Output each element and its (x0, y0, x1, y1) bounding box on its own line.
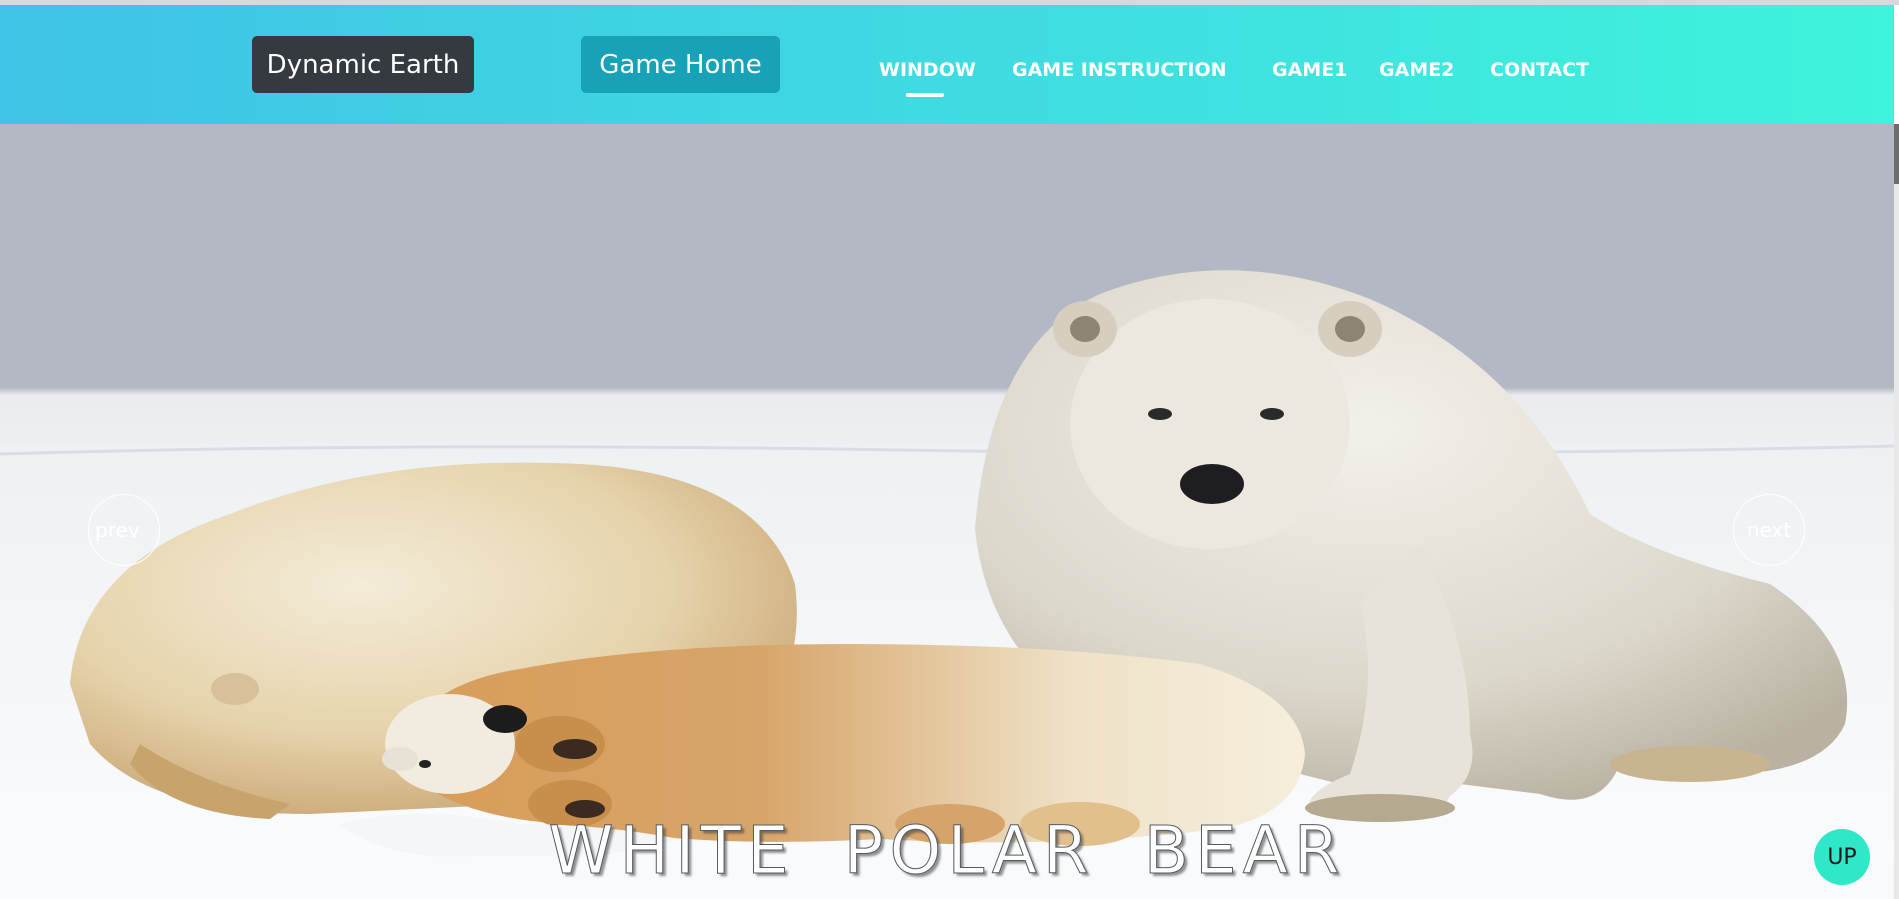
page: Dynamic Earth Game Home WINDOW GAME INST… (0, 0, 1899, 899)
page-scrollbar[interactable] (1894, 124, 1899, 899)
nav-link-window[interactable]: WINDOW (879, 55, 976, 85)
nav-link-contact[interactable]: CONTACT (1490, 55, 1589, 85)
scrollbar-thumb[interactable] (1894, 124, 1899, 184)
brand-button[interactable]: Dynamic Earth (252, 36, 474, 93)
game-home-button[interactable]: Game Home (581, 36, 780, 93)
nav-link-game2[interactable]: GAME2 (1379, 55, 1454, 85)
hero-carousel: prev next (0, 124, 1894, 899)
polar-bears-photo (0, 270, 1894, 899)
scroll-up-button[interactable]: UP (1814, 829, 1870, 885)
nav-link-game1[interactable]: GAME1 (1272, 55, 1347, 85)
nav-link-game-instruction[interactable]: GAME INSTRUCTION (1012, 55, 1227, 85)
navbar: Dynamic Earth Game Home WINDOW GAME INST… (0, 5, 1894, 124)
carousel-caption: WHITE POLAR BEAR (548, 812, 1346, 890)
carousel-prev-button[interactable]: prev (88, 494, 160, 566)
active-nav-indicator (906, 93, 944, 97)
carousel-next-button[interactable]: next (1733, 494, 1805, 566)
